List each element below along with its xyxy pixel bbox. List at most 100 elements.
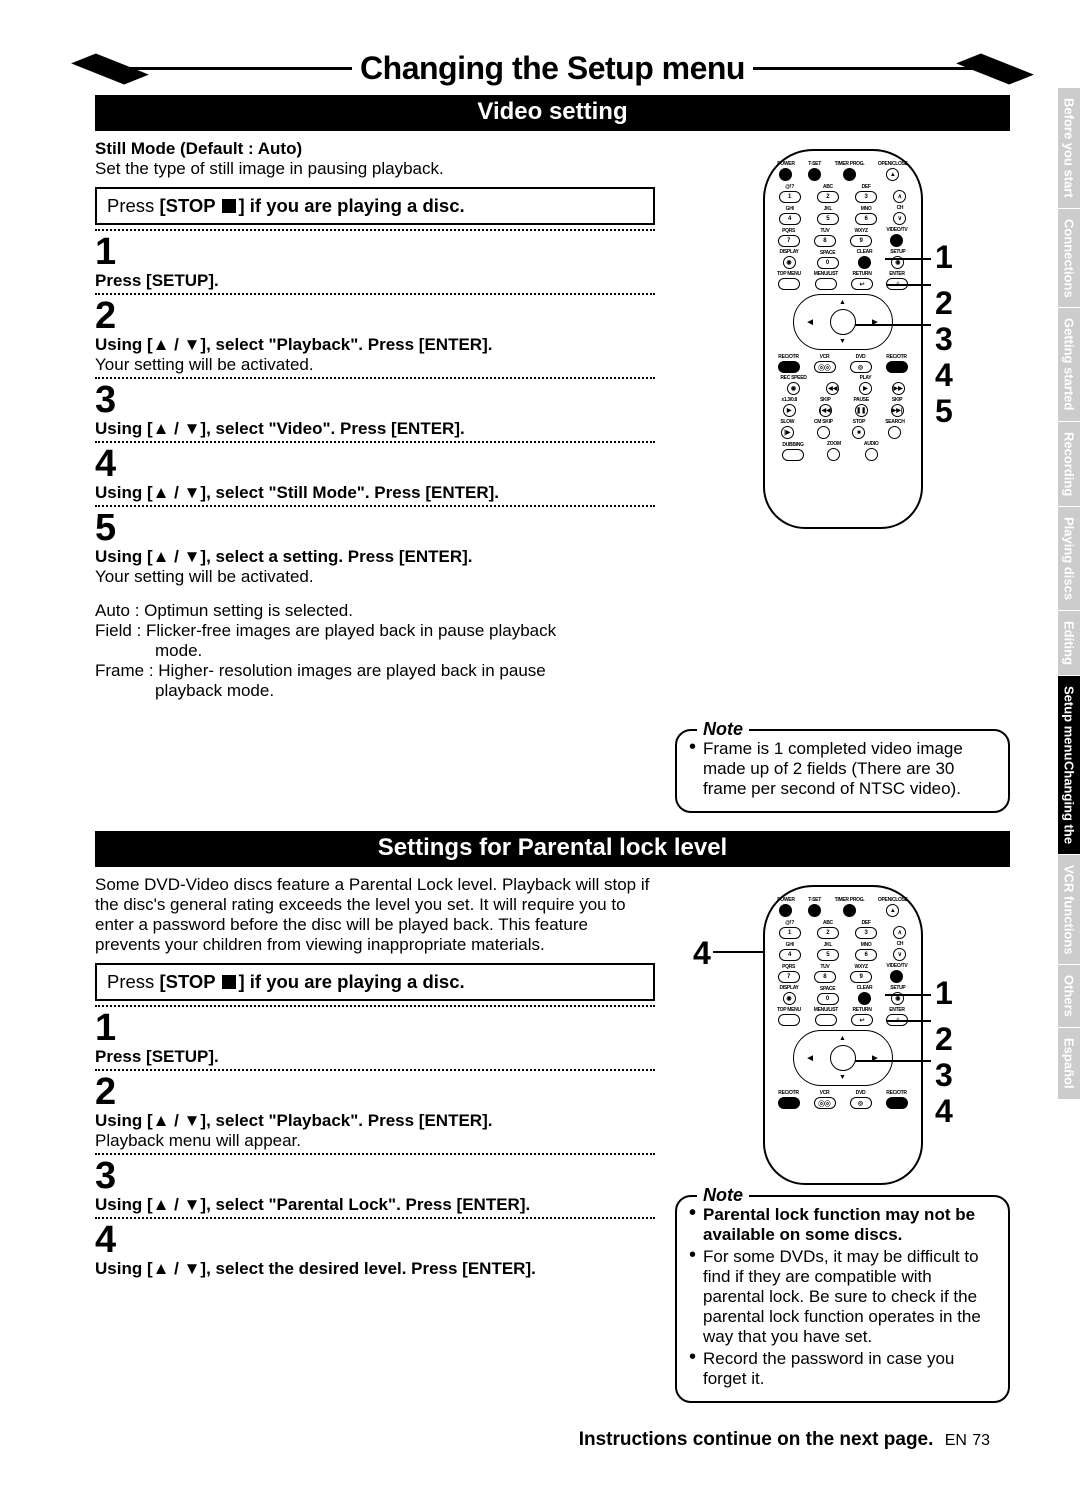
option-field: Field : Flicker-free images are played b… xyxy=(95,621,655,641)
btn-4: 4 xyxy=(779,213,801,225)
lbl-play: PLAY xyxy=(860,375,872,381)
lbl-abc: ABC xyxy=(823,184,833,190)
callout-1: 1 xyxy=(935,975,953,1012)
btn-9: 9 xyxy=(850,235,872,247)
step-text: Press [SETUP]. xyxy=(95,271,655,291)
btn-menulist xyxy=(815,1014,837,1026)
btn-1: 1 xyxy=(779,191,801,203)
tab-recording[interactable]: Recording xyxy=(1058,422,1080,507)
chapter-title: Changing the Setup menu xyxy=(352,50,753,87)
tab-editing[interactable]: Editing xyxy=(1058,611,1080,676)
btn-0: 0 xyxy=(817,257,839,269)
btn-3: 3 xyxy=(855,191,877,203)
btn-open: ▲ xyxy=(886,904,899,917)
lbl-zoom: ZOOM xyxy=(827,441,841,447)
video-section-header: Video setting xyxy=(95,95,1010,131)
tab-playing-discs[interactable]: Playing discs xyxy=(1058,507,1080,611)
step-number: 2 xyxy=(95,297,655,335)
lbl-wxyz: WXYZ xyxy=(855,228,868,234)
lbl-menulist: MENU/LIST xyxy=(814,1007,838,1013)
lbl-clear: CLEAR xyxy=(857,985,873,991)
step-5: 5 Using [▲ / ▼], select a setting. Press… xyxy=(95,505,655,587)
dpad-up-icon xyxy=(839,299,846,306)
lbl-ch: CH xyxy=(897,941,904,947)
still-mode-desc: Set the type of still image in pausing p… xyxy=(95,159,655,179)
dpad-center xyxy=(830,1045,856,1071)
step-text: Using [▲ / ▼], select a setting. Press [… xyxy=(95,547,655,567)
step-text: Using [▲ / ▼], select the desired level.… xyxy=(95,1259,655,1279)
lbl-recotr: REC/OTR xyxy=(778,1090,798,1096)
lbl-dvd: DVD xyxy=(856,354,866,360)
tab-connections[interactable]: Connections xyxy=(1058,209,1080,309)
step-text: Using [▲ / ▼], select "Still Mode". Pres… xyxy=(95,483,655,503)
stop-icon xyxy=(222,975,236,989)
btn-skipb: |◀◀ xyxy=(819,404,832,417)
btn-clear xyxy=(858,256,871,269)
stop-icon xyxy=(222,199,236,213)
press-stop-pre: Press xyxy=(107,195,159,216)
btn-vcr: ⓞⓞ xyxy=(814,361,836,373)
callout-left-4: 4 xyxy=(693,935,711,972)
callout-2: 2 xyxy=(935,285,953,322)
tab-vcr-functions[interactable]: VCR functions xyxy=(1058,855,1080,966)
tab-espanol[interactable]: Español xyxy=(1058,1028,1080,1100)
lbl-enter: ENTER xyxy=(889,271,904,277)
btn-x13: ▶ xyxy=(783,404,796,417)
lbl-ghi: GHI xyxy=(786,206,794,212)
remote-diagram-parental: POWER T-SET TIMER PROG. OPEN/CLOSE▲ @!?1… xyxy=(675,875,1010,1185)
btn-rew: ◀◀ xyxy=(826,382,839,395)
btn-tset xyxy=(808,904,821,917)
btn-audio xyxy=(865,448,878,461)
callout-4: 4 xyxy=(935,1093,953,1130)
page-number: 73 xyxy=(972,1432,990,1449)
lbl-tset: T-SET xyxy=(808,897,821,903)
lbl-menulist: MENU/LIST xyxy=(814,271,838,277)
btn-9: 9 xyxy=(850,971,872,983)
press-stop-instruction: Press [STOP ] if you are playing a disc. xyxy=(95,963,655,1001)
btn-play: ▶ xyxy=(859,382,872,395)
lbl-vcr: VCR xyxy=(820,1090,830,1096)
btn-dvd: ◎ xyxy=(850,361,872,373)
btn-recotr xyxy=(778,1097,800,1109)
callout-line xyxy=(887,1020,931,1022)
press-stop-label: [STOP xyxy=(159,971,220,992)
tab-line: Changing the xyxy=(1062,761,1077,844)
lbl-dubbing: DUBBING xyxy=(782,442,803,448)
btn-vidtv xyxy=(890,234,903,247)
btn-4: 4 xyxy=(779,949,801,961)
btn-pause: ❚❚ xyxy=(855,404,868,417)
callout-line xyxy=(855,1060,931,1062)
tab-line: Setup menu xyxy=(1062,686,1077,760)
callout-3: 3 xyxy=(935,321,953,358)
lbl-def: DEF xyxy=(862,920,871,926)
step-4: 4 Using [▲ / ▼], select the desired leve… xyxy=(95,1217,655,1279)
btn-6: 6 xyxy=(855,213,877,225)
btn-power xyxy=(779,168,792,181)
continue-text: Instructions continue on the next page. xyxy=(579,1429,934,1450)
btn-1: 1 xyxy=(779,927,801,939)
btn-2: 2 xyxy=(817,927,839,939)
btn-5: 5 xyxy=(817,949,839,961)
btn-vidtv xyxy=(890,970,903,983)
tab-getting-started[interactable]: Getting started xyxy=(1058,308,1080,421)
lbl-ch: CH xyxy=(897,205,904,211)
lbl-pqrs: PQRS xyxy=(782,228,795,234)
step-number: 2 xyxy=(95,1073,655,1111)
chapter-title-bar: Changing the Setup menu xyxy=(95,50,1010,87)
btn-0: 0 xyxy=(817,993,839,1005)
btn-dubbing xyxy=(782,449,804,461)
lbl-tuv: TUV xyxy=(820,964,829,970)
btn-power xyxy=(779,904,792,917)
lbl-recotr2: REC/OTR xyxy=(886,1090,906,1096)
tab-before-you-start[interactable]: Before you start xyxy=(1058,88,1080,209)
btn-recotr2 xyxy=(886,361,908,373)
lang-code: EN xyxy=(945,1432,967,1449)
step-3: 3 Using [▲ / ▼], select "Video". Press [… xyxy=(95,377,655,439)
lbl-topmenu: TOP MENU xyxy=(777,271,801,277)
press-stop-post: ] if you are playing a disc. xyxy=(238,195,464,216)
tab-changing-setup-menu[interactable]: Setup menu Changing the xyxy=(1058,676,1080,854)
remote-control: POWER T-SET TIMER PROG. OPEN/CLOSE▲ @!?1… xyxy=(763,885,923,1185)
btn-recspeed: ◉ xyxy=(787,382,800,395)
tab-others[interactable]: Others xyxy=(1058,965,1080,1028)
step-number: 3 xyxy=(95,381,655,419)
